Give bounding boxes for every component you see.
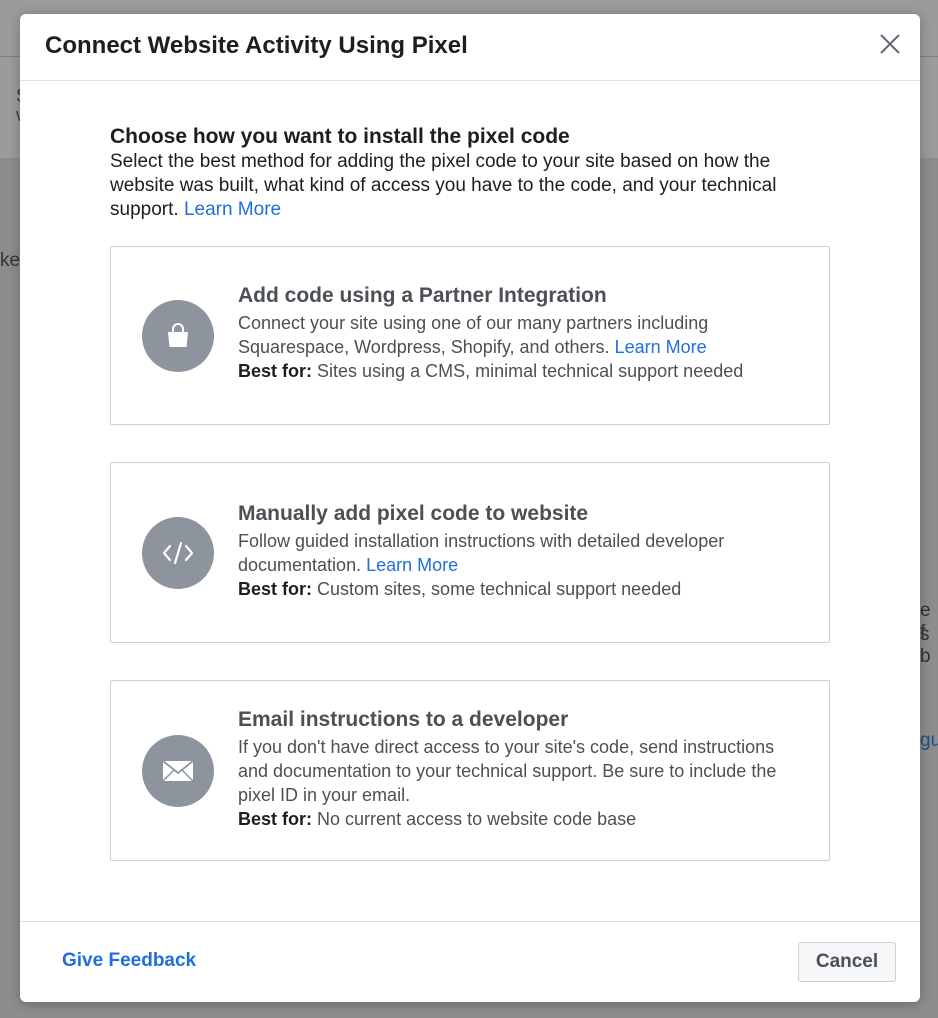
intro-description: Select the best method for adding the pi… — [110, 150, 830, 222]
dialog-footer: Give Feedback Cancel — [20, 921, 920, 1002]
option-description: If you don't have direct access to your … — [238, 737, 777, 805]
best-for-label: Best for: — [238, 361, 313, 381]
best-for-label: Best for: — [238, 579, 313, 599]
option-best-for: Best for: Sites using a CMS, minimal tec… — [238, 359, 809, 383]
shopping-bag-icon — [142, 300, 214, 372]
dialog-title: Connect Website Activity Using Pixel — [45, 32, 468, 59]
option-description: Follow guided installation instructions … — [238, 529, 809, 577]
option-email-developer[interactable]: Email instructions to a developer If you… — [110, 680, 830, 861]
option-best-for: Best for: No current access to website c… — [238, 807, 809, 831]
option-body: Add code using a Partner Integration Con… — [238, 281, 809, 383]
option-description-text: Follow guided installation instructions … — [238, 531, 725, 575]
option-body: Email instructions to a developer If you… — [238, 705, 809, 831]
best-for-text: Custom sites, some technical support nee… — [317, 579, 682, 599]
option-manual-install[interactable]: Manually add pixel code to website Follo… — [110, 462, 830, 643]
best-for-text: Sites using a CMS, minimal technical sup… — [317, 361, 744, 381]
option-title: Manually add pixel code to website — [238, 502, 589, 525]
option-body: Manually add pixel code to website Follo… — [238, 499, 809, 601]
close-icon — [880, 34, 900, 54]
option-title: Add code using a Partner Integration — [238, 284, 607, 307]
background-text: ke — [0, 250, 21, 271]
best-for-text: No current access to website code base — [317, 809, 637, 829]
learn-more-link[interactable]: Learn More — [366, 555, 458, 575]
option-description: Connect your site using one of our many … — [238, 311, 809, 359]
intro-section: Choose how you want to install the pixel… — [110, 124, 830, 222]
dialog-header: Connect Website Activity Using Pixel — [20, 14, 920, 81]
best-for-label: Best for: — [238, 809, 313, 829]
learn-more-link[interactable]: Learn More — [615, 337, 707, 357]
pixel-install-dialog: Connect Website Activity Using Pixel Cho… — [20, 14, 920, 1002]
learn-more-link[interactable]: Learn More — [184, 199, 281, 220]
cancel-button[interactable]: Cancel — [798, 942, 896, 982]
give-feedback-link[interactable]: Give Feedback — [62, 950, 196, 972]
code-icon — [142, 517, 214, 589]
option-partner-integration[interactable]: Add code using a Partner Integration Con… — [110, 246, 830, 425]
option-title: Email instructions to a developer — [238, 708, 569, 731]
intro-heading: Choose how you want to install the pixel… — [110, 125, 570, 148]
close-button[interactable] — [878, 32, 902, 56]
envelope-icon — [142, 735, 214, 807]
background-link: gu — [920, 730, 938, 751]
option-best-for: Best for: Custom sites, some technical s… — [238, 577, 809, 601]
background-text: s b — [920, 624, 931, 667]
